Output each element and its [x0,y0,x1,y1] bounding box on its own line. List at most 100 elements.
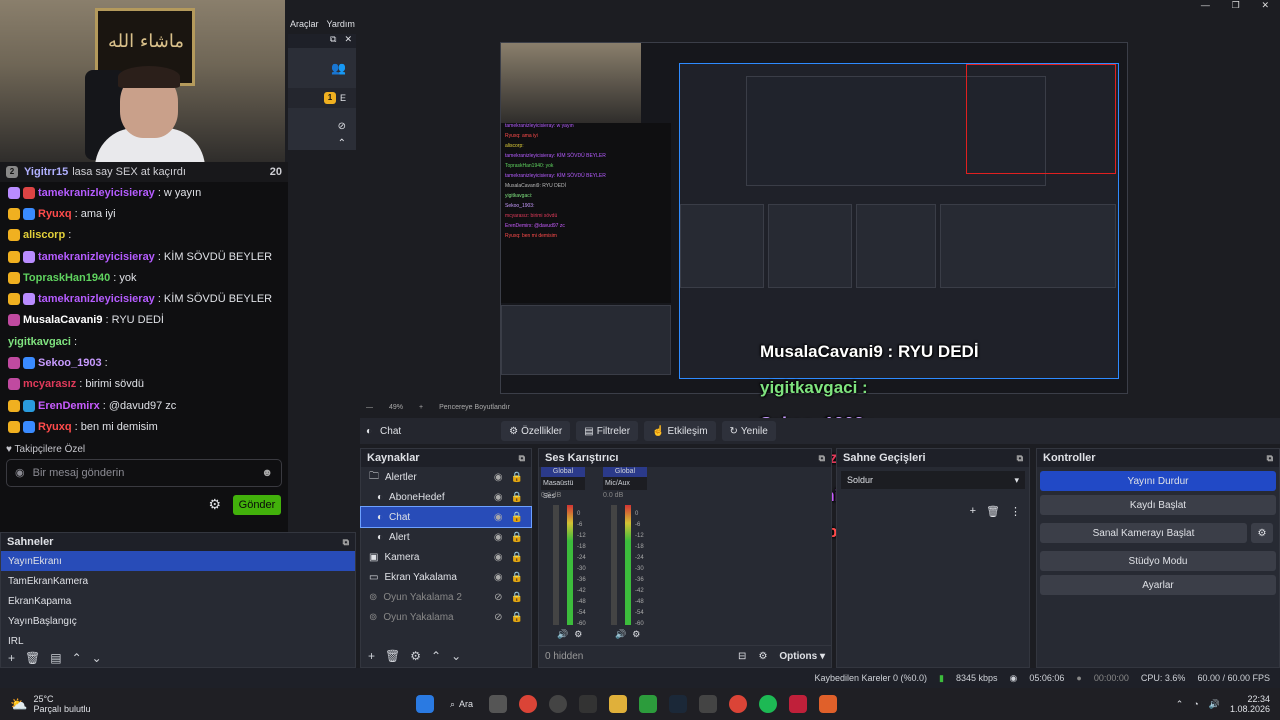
start-recording-button[interactable]: Kaydı Başlat [1040,495,1276,515]
weather-widget[interactable]: ⛅ 25°C Parçalı bulutlu [0,694,200,714]
more-icon[interactable]: ⋮ [1010,505,1021,518]
source-item[interactable]: ◐ AboneHedef ◉ 🔒 [361,487,531,507]
gear-icon[interactable]: ⚙ [410,649,421,663]
chat-input[interactable]: ◉ Bir mesaj gönderin ☻ [6,458,282,487]
close-icon[interactable]: ✕ [1262,0,1270,14]
task-view-icon[interactable] [489,695,508,713]
volume-fader[interactable] [611,505,617,625]
speaker-icon[interactable]: 🔊 [1209,699,1220,710]
chevron-down-icon[interactable]: ⌄ [92,651,102,665]
channel-name[interactable]: Masaüstü Ses [541,477,585,500]
volume-fader[interactable] [553,505,559,625]
send-button[interactable]: Gönder [233,494,281,515]
gear-icon[interactable]: ⚙ [574,629,582,640]
steam-icon[interactable] [669,695,688,713]
source-item[interactable]: ▣ Kamera ◉ 🔒 [361,547,531,567]
source-item[interactable]: ⊚ Oyun Yakalama 2 ⊘ 🔒 [361,587,531,607]
chat-username[interactable]: aliscorp [23,229,65,241]
users-icon[interactable]: 👥 [288,48,356,88]
menu-tools[interactable]: Araçlar [290,19,319,29]
maximize-icon[interactable]: ❐ [1232,0,1240,14]
eye-icon[interactable]: ◉ [494,472,503,483]
lock-icon[interactable]: 🔒 [511,492,523,503]
lock-icon[interactable]: 🔒 [511,612,523,623]
interact-button[interactable]: ☝ Etkileşim [644,421,716,441]
app-icon[interactable] [579,695,598,713]
trash-icon[interactable]: 🗑 [25,651,40,665]
float-icon[interactable]: ⧉ [330,34,336,48]
eye-icon[interactable]: ◉ [494,572,503,583]
source-item[interactable]: 🗀 Alertler ◉ 🔒 [361,467,531,487]
obs-icon[interactable] [549,695,568,713]
chevron-up-icon[interactable]: ⌃ [431,649,441,663]
float-icon[interactable]: ⧉ [343,537,349,548]
preview-canvas[interactable]: tamekranizleyicisieray: w yayın Ryuxq: a… [360,34,1280,541]
chevron-up-icon[interactable]: ⌃ [1176,699,1184,710]
zoom-out-icon[interactable]: — [366,404,373,411]
chat-username[interactable]: MusalaCavani9 [23,314,102,326]
windows-start-icon[interactable] [416,695,434,713]
search-button[interactable]: ⌕ Ara [450,699,473,710]
eye-icon[interactable]: ◉ [494,492,503,503]
clock[interactable]: 22:34 1.08.2026 [1230,694,1270,714]
chat-username[interactable]: yigitkavgaci [8,336,71,348]
eye-slash-icon[interactable]: ⊘ [494,592,502,603]
chat-username[interactable]: TopraskHan1940 [23,272,110,284]
chevron-up-icon[interactable]: ⌃ [288,136,356,150]
lock-icon[interactable]: 🔒 [511,472,523,483]
chat-username[interactable]: Ryuxq [38,208,72,220]
chrome-icon[interactable] [729,695,748,713]
chat-username[interactable]: tamekranizleyicisieray [38,187,155,199]
zoom-in-icon[interactable]: + [419,404,423,411]
minimize-icon[interactable]: — [1201,0,1210,14]
menu-help[interactable]: Yardım [327,19,355,29]
gear-icon[interactable]: ⚙ [1251,523,1273,543]
eye-icon[interactable]: ◉ [494,552,503,563]
lock-icon[interactable]: 🔒 [511,572,523,583]
source-item[interactable]: ◐ Alert ◉ 🔒 [361,527,531,547]
properties-button[interactable]: ⚙ Özellikler [501,421,571,441]
chat-username[interactable]: tamekranizleyicisieray [38,251,155,263]
spotify-icon[interactable] [759,695,778,713]
filter-icon[interactable]: ▤ [50,651,61,665]
float-icon[interactable]: ⧉ [1267,453,1273,464]
filters-button[interactable]: ▤ Filtreler [576,421,639,441]
lock-icon[interactable]: 🔒 [511,592,523,603]
chat-username[interactable]: ErenDemirx [38,400,100,412]
folder-icon[interactable] [609,695,628,713]
lock-icon[interactable]: 🔒 [511,512,523,523]
add-icon[interactable]: + [970,505,976,518]
add-icon[interactable]: + [368,649,375,663]
chat-badge-icon[interactable]: ◉ [15,466,25,479]
scene-item[interactable]: YayınEkranı [1,551,355,571]
check-icon[interactable] [639,695,658,713]
gear-icon[interactable]: ⚙ [758,651,767,662]
gear-icon[interactable]: ⚙ [632,629,640,640]
scene-item[interactable]: IRL [1,631,355,647]
zoom-value[interactable]: 49% [389,404,403,411]
chrome-icon[interactable] [519,695,538,713]
transition-select[interactable]: Soldur ▾ [841,471,1025,489]
add-icon[interactable]: + [8,651,15,665]
zoom-fit-label[interactable]: Pencereye Boyutlandır [439,404,510,411]
chevron-up-icon[interactable]: ⌃ [72,651,82,665]
wifi-icon[interactable]: ◔ [1193,699,1198,709]
eye-slash-icon[interactable]: ⊘ [494,612,502,623]
trash-icon[interactable]: 🗑 [986,505,1000,518]
scene-item[interactable]: YayınBaşlangıç [1,611,355,631]
brave-icon[interactable] [819,695,838,713]
gear-icon[interactable]: ⚙ [208,496,221,513]
scene-item[interactable]: TamEkranKamera [1,571,355,591]
source-item[interactable]: ◐ Chat ◉ 🔒 [360,506,532,528]
app-icon[interactable] [699,695,718,713]
close-icon[interactable]: ✕ [344,34,352,48]
studio-mode-button[interactable]: Stüdyo Modu [1040,551,1276,571]
emoji-icon[interactable]: ☻ [261,467,273,479]
float-icon[interactable]: ⧉ [819,453,825,464]
float-icon[interactable]: ⧉ [519,453,525,464]
chat-username[interactable]: tamekranizleyicisieray [38,293,155,305]
layout-icon[interactable]: ⊟ [738,651,746,662]
eye-slash-icon[interactable]: ⊘ [288,116,356,136]
trash-icon[interactable]: 🗑 [385,649,400,663]
eye-icon[interactable]: ◉ [494,532,503,543]
